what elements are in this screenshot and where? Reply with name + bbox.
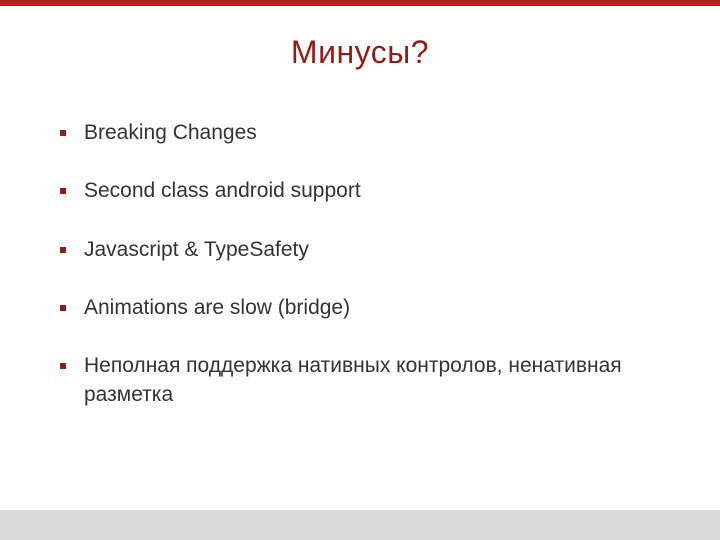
- list-item: Animations are slow (bridge): [60, 294, 672, 322]
- bullet-icon: [60, 188, 66, 194]
- list-item: Breaking Changes: [60, 119, 672, 147]
- slide-content: Минусы? Breaking Changes Second class an…: [0, 6, 720, 409]
- bullet-icon: [60, 247, 66, 253]
- bullet-text: Breaking Changes: [84, 119, 672, 147]
- bullet-text: Animations are slow (bridge): [84, 294, 672, 322]
- list-item: Неполная поддержка нативных контролов, н…: [60, 352, 672, 409]
- list-item: Javascript & TypeSafety: [60, 236, 672, 264]
- bullet-text: Javascript & TypeSafety: [84, 236, 672, 264]
- list-item: Second class android support: [60, 177, 672, 205]
- bullet-text: Second class android support: [84, 177, 672, 205]
- slide-title: Минусы?: [48, 34, 672, 71]
- bullet-icon: [60, 305, 66, 311]
- bottom-footer-bar: [0, 510, 720, 540]
- bullet-text: Неполная поддержка нативных контролов, н…: [84, 352, 672, 409]
- bullet-icon: [60, 363, 66, 369]
- bullet-icon: [60, 130, 66, 136]
- bullet-list: Breaking Changes Second class android su…: [48, 119, 672, 409]
